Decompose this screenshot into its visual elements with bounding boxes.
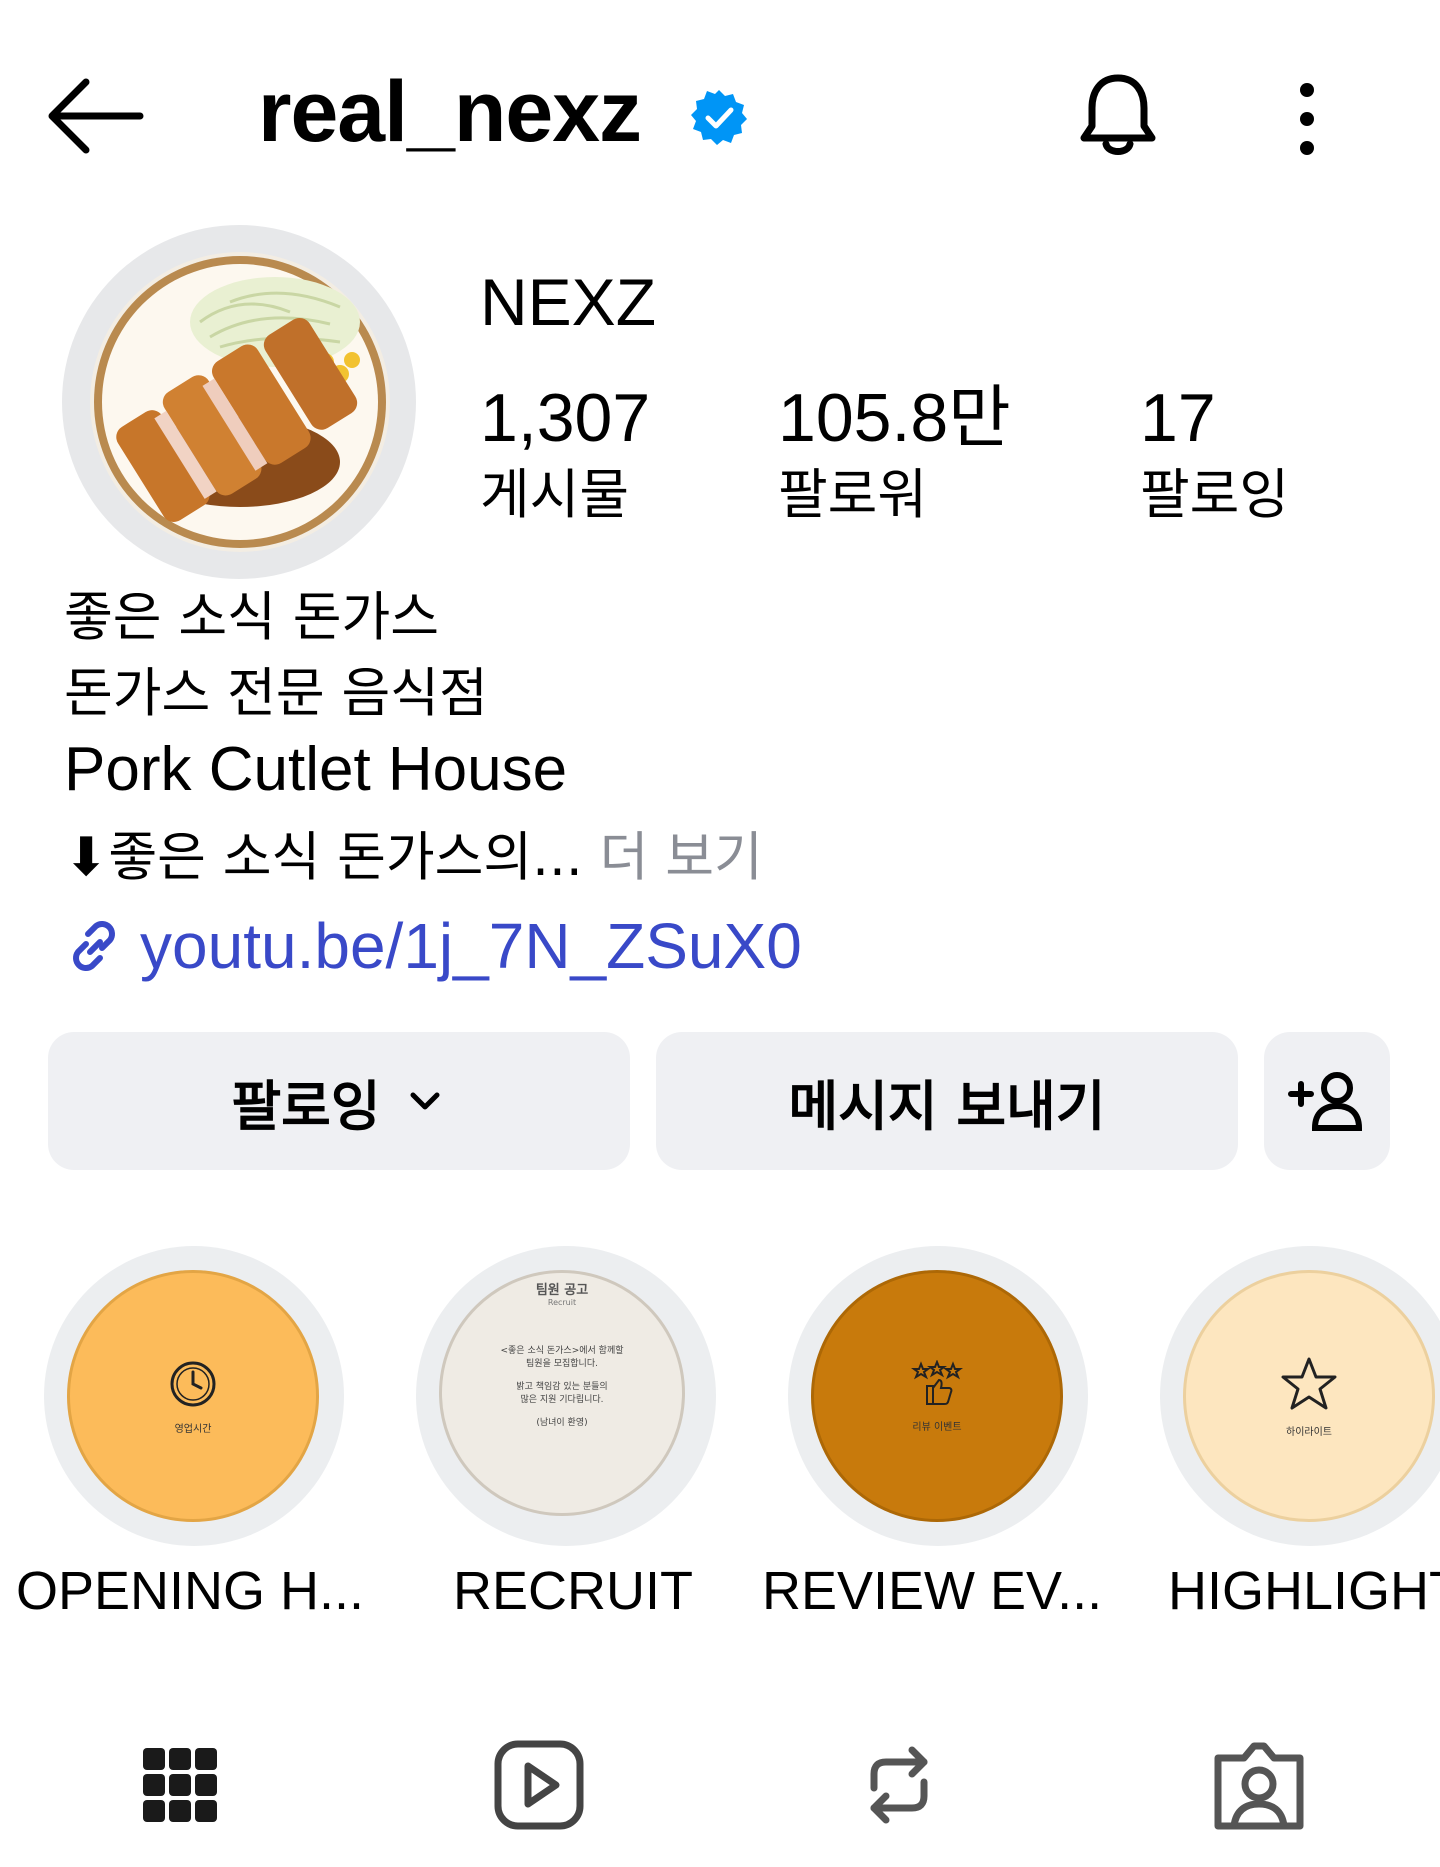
repost-icon [870, 1746, 928, 1824]
recruit-cover-body: <좋은 소식 돈가스>에서 함께할 팀원을 모집합니다. 밝고 책임감 있는 분… [500, 1345, 623, 1430]
more-options-button[interactable] [1282, 74, 1332, 164]
chevron-down-icon [410, 1092, 440, 1110]
star-icon [1281, 1357, 1337, 1409]
more-vertical-icon [1300, 83, 1314, 155]
profile-link[interactable]: youtu.be/1j_7N_ZSuX0 [62, 908, 802, 984]
bio-line: 좋은 소식 돈가스 [64, 587, 440, 648]
message-button[interactable]: 메시지 보내기 [656, 1032, 1238, 1170]
link-icon [73, 921, 115, 971]
following-button[interactable]: 팔로잉 [48, 1032, 630, 1170]
highlight-cover: 영업시간 [67, 1270, 319, 1522]
recruit-line: (남녀이 환영) [536, 1418, 588, 1428]
see-more-link[interactable]: 더 보기 [600, 827, 763, 888]
bio-line: 돈가스 전문 음식점 [64, 663, 488, 724]
grid-icon [143, 1748, 217, 1822]
posts-label: 게시물 [480, 463, 630, 526]
recruit-line: 밝고 책임감 있는 분들의 [516, 1382, 608, 1392]
highlight-cover-text: 영업시간 [174, 1423, 212, 1435]
thumbs-up-stars-icon [911, 1359, 963, 1405]
notifications-button[interactable] [1068, 64, 1168, 164]
following-stat[interactable]: 17 팔로잉 [1140, 378, 1289, 530]
clock-icon [170, 1361, 216, 1406]
highlight-label: OPENING H... [16, 1561, 365, 1621]
tagged-icon [1214, 1742, 1304, 1830]
posts-count: 1,307 [480, 380, 651, 456]
posts-stat[interactable]: 1,307 게시물 [480, 378, 650, 530]
highlight-cover: 팀원 공고 Recruit <좋은 소식 돈가스>에서 함께할 팀원을 모집합니… [439, 1270, 685, 1516]
bio-more-row: ⬇좋은 소식 돈가스의... 더 보기 [64, 820, 763, 896]
highlight-label: RECRUIT [453, 1561, 693, 1621]
highlight-label: HIGHLIGHT [1168, 1561, 1440, 1621]
avatar[interactable] [90, 252, 390, 552]
tab-tagged[interactable] [1204, 1730, 1314, 1840]
link-text: youtu.be/1j_7N_ZSuX0 [140, 910, 802, 982]
recruit-cover-subtitle: Recruit [547, 1298, 577, 1307]
add-user-button[interactable] [1264, 1032, 1390, 1170]
following-button-label: 팔로잉 [231, 1074, 381, 1138]
followers-count: 105.8만 [778, 380, 1011, 456]
verified-badge-icon [690, 88, 748, 146]
highlight-cover: 리뷰 이벤트 [811, 1270, 1063, 1522]
highlight-cover-text: 리뷰 이벤트 [912, 1421, 962, 1433]
bell-icon [1080, 74, 1156, 155]
recruit-line: 팀원을 모집합니다. [526, 1359, 598, 1369]
display-name: NEXZ [480, 265, 657, 339]
tab-reposts[interactable] [844, 1730, 954, 1840]
tab-posts-grid[interactable] [125, 1730, 235, 1840]
recruit-cover-title: 팀원 공고 [535, 1283, 589, 1298]
highlight-cover: 하이라이트 [1183, 1270, 1435, 1522]
followers-label: 팔로워 [778, 463, 928, 526]
profile-username: real_nexz [258, 64, 642, 160]
message-button-label: 메시지 보내기 [788, 1074, 1106, 1138]
bio-line: Pork Cutlet House [64, 735, 568, 804]
bio-more-text: ⬇좋은 소식 돈가스의... [64, 827, 583, 888]
highlight-label: REVIEW EV... [762, 1561, 1103, 1621]
tab-reels[interactable] [484, 1730, 594, 1840]
following-label: 팔로잉 [1140, 463, 1290, 526]
arrow-left-icon [48, 78, 144, 154]
followers-stat[interactable]: 105.8만 팔로워 [778, 378, 1011, 530]
following-count: 17 [1140, 380, 1216, 456]
recruit-line: 많은 지원 기다립니다. [520, 1395, 604, 1405]
reels-icon [494, 1740, 584, 1830]
highlight-cover-text: 하이라이트 [1286, 1426, 1332, 1438]
recruit-line: <좋은 소식 돈가스>에서 함께할 [500, 1346, 624, 1356]
add-person-icon [1288, 1072, 1363, 1131]
back-button[interactable] [40, 70, 150, 160]
